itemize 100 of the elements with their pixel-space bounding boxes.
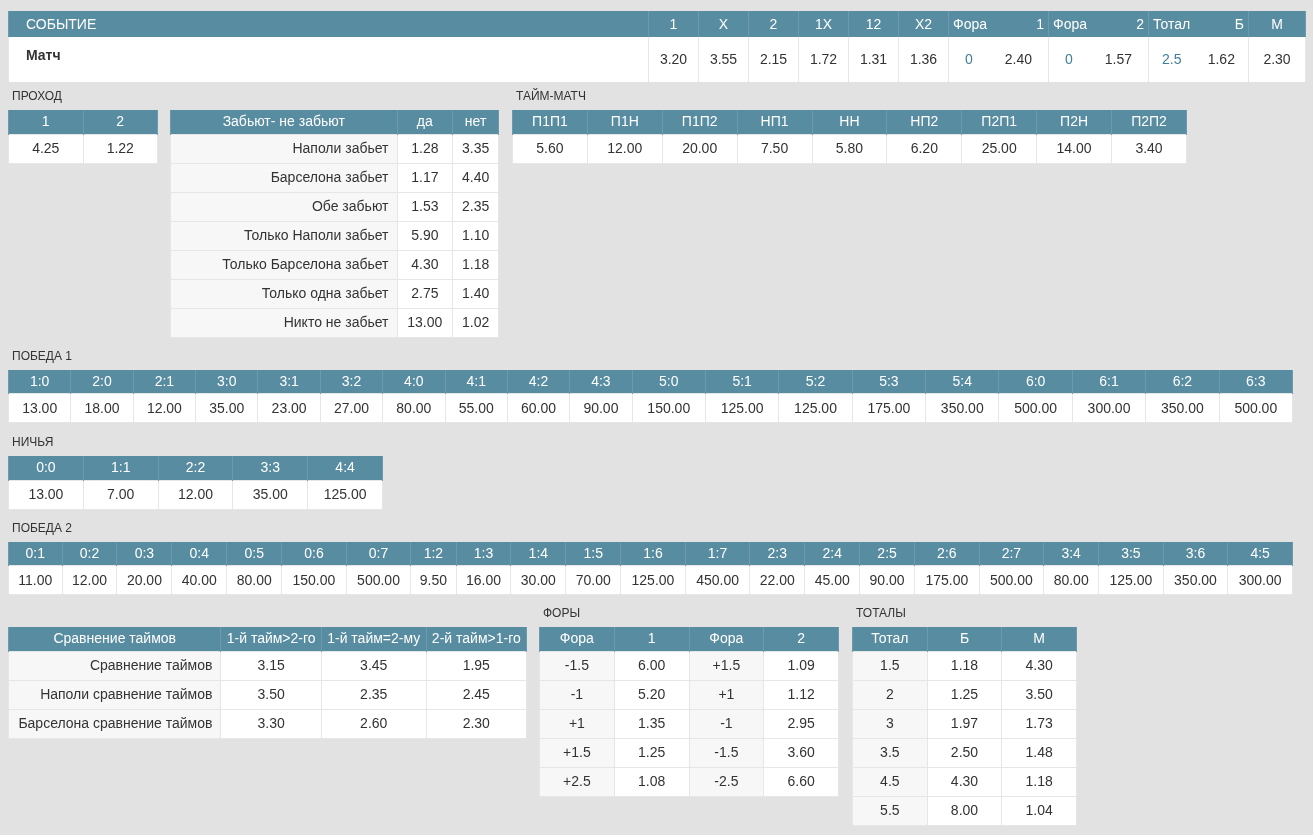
table-cell: 0 2.40	[948, 37, 1049, 82]
column-header: 3:6	[1163, 541, 1228, 566]
table-cell: 1.36	[898, 37, 949, 82]
table-cell: 1.04	[1001, 796, 1077, 825]
table-cell: 5.90	[397, 221, 453, 250]
column-header: П1П1	[512, 110, 588, 134]
column-header: 4:1	[445, 369, 508, 394]
column-header: 3:3	[232, 456, 308, 480]
table-cell: 3.30	[220, 709, 322, 738]
table-cell: 35.00	[195, 393, 258, 423]
column-header: 3:4	[1043, 541, 1099, 566]
section-title: ПРОХОД	[12, 90, 62, 102]
table-cell: Сравнение таймов	[8, 651, 221, 680]
column-header: 4:0	[382, 369, 445, 394]
event-name: Матч	[8, 37, 649, 82]
table-cell: 22.00	[749, 565, 805, 595]
table-cell: 13.00	[8, 480, 84, 509]
column-header: П2Н	[1036, 110, 1112, 134]
column-header: 1	[648, 11, 699, 37]
table-cell: 16.00	[456, 565, 511, 595]
table-cell: 12.00	[587, 134, 663, 163]
column-header: 4:3	[569, 369, 633, 394]
table-cell: 90.00	[569, 393, 633, 423]
table-cell: 80.00	[226, 565, 282, 595]
column-header: 2:0	[70, 369, 134, 394]
table-cell: Барселона сравнение таймов	[8, 709, 221, 738]
column-header: 0:6	[281, 541, 347, 566]
column-header: 5:0	[632, 369, 706, 394]
column-header: 4:5	[1227, 541, 1293, 566]
column-header: Сравнение таймов	[8, 627, 221, 651]
table-cell: 2.30	[1248, 37, 1306, 82]
column-header: СОБЫТИЕ	[8, 11, 649, 37]
table-cell: 80.00	[382, 393, 445, 423]
column-header: 4:4	[307, 456, 383, 480]
table-cell: 70.00	[565, 565, 621, 595]
table-cell: 125.00	[620, 565, 686, 595]
table-cell: Только Наполи забьет	[170, 221, 397, 250]
column-header: 6:1	[1072, 369, 1146, 394]
table-cell: 80.00	[1043, 565, 1099, 595]
column-header: 6:2	[1145, 369, 1220, 394]
table-cell: 4.30	[927, 767, 1002, 796]
table-cell: 3.60	[763, 738, 839, 767]
table-cell: 13.00	[8, 393, 71, 423]
table-cell: 3.20	[648, 37, 699, 82]
column-header: 0:7	[346, 541, 411, 566]
column-header: 0:1	[8, 541, 63, 566]
table-cell: Наполи сравнение таймов	[8, 680, 221, 709]
column-header: 1	[614, 627, 689, 651]
table-cell: 1.12	[763, 680, 839, 709]
table-cell: 500.00	[1219, 393, 1293, 423]
table-cell: 20.00	[116, 565, 172, 595]
column-header: 2:5	[859, 541, 915, 566]
column-header: 0:2	[62, 541, 117, 566]
column-header: 2:2	[158, 456, 233, 480]
table-cell: 150.00	[281, 565, 347, 595]
column-header: X	[698, 11, 749, 37]
column-header: П1П2	[662, 110, 738, 134]
table-cell: 4.25	[8, 134, 83, 163]
table-cell: 4.5	[852, 767, 928, 796]
column-header: 1:0	[8, 369, 71, 394]
table-cell: 1.17	[397, 163, 453, 192]
table-cell: 12.00	[158, 480, 233, 509]
column-header: Фора	[689, 627, 764, 651]
table-cell: 500.00	[346, 565, 411, 595]
table-cell: 13.00	[397, 308, 453, 337]
table-cell: 2	[852, 680, 928, 709]
table-cell: 55.00	[445, 393, 508, 423]
column-header: 1:4	[510, 541, 566, 566]
table-cell: 2.60	[321, 709, 427, 738]
table-cell: 175.00	[852, 393, 926, 423]
table-cell: 1.18	[927, 651, 1002, 680]
table-cell: 14.00	[1036, 134, 1112, 163]
table-cell: -1	[539, 680, 615, 709]
table-cell: 500.00	[979, 565, 1044, 595]
column-header: 12	[848, 11, 899, 37]
column-header: 1-й тайм>2-го	[220, 627, 322, 651]
column-header: 2:4	[804, 541, 860, 566]
table-cell: 3.45	[321, 651, 427, 680]
table-cell: 3.15	[220, 651, 322, 680]
table-cell: 500.00	[998, 393, 1073, 423]
table-cell: 3.5	[852, 738, 928, 767]
table-cell: 300.00	[1227, 565, 1293, 595]
column-header: 2:7	[979, 541, 1044, 566]
table-cell: 8.00	[927, 796, 1002, 825]
table-cell: 90.00	[859, 565, 915, 595]
table-cell: 1.97	[927, 709, 1002, 738]
column-header: 0:4	[171, 541, 227, 566]
section-title: ТАЙМ-МАТЧ	[516, 90, 586, 102]
column-header: 2:1	[133, 369, 196, 394]
table-cell: 125.00	[778, 393, 853, 423]
table-cell: 3.35	[452, 134, 499, 163]
table-cell: 3.40	[1111, 134, 1187, 163]
column-header: 2-й тайм>1-го	[426, 627, 527, 651]
column-header: 2	[763, 627, 839, 651]
table-cell: 1.72	[798, 37, 849, 82]
table-cell: +2.5	[539, 767, 615, 796]
table-cell: 1.25	[614, 738, 689, 767]
table-cell: 27.00	[320, 393, 383, 423]
table-cell: 150.00	[632, 393, 706, 423]
table-cell: 350.00	[1163, 565, 1228, 595]
